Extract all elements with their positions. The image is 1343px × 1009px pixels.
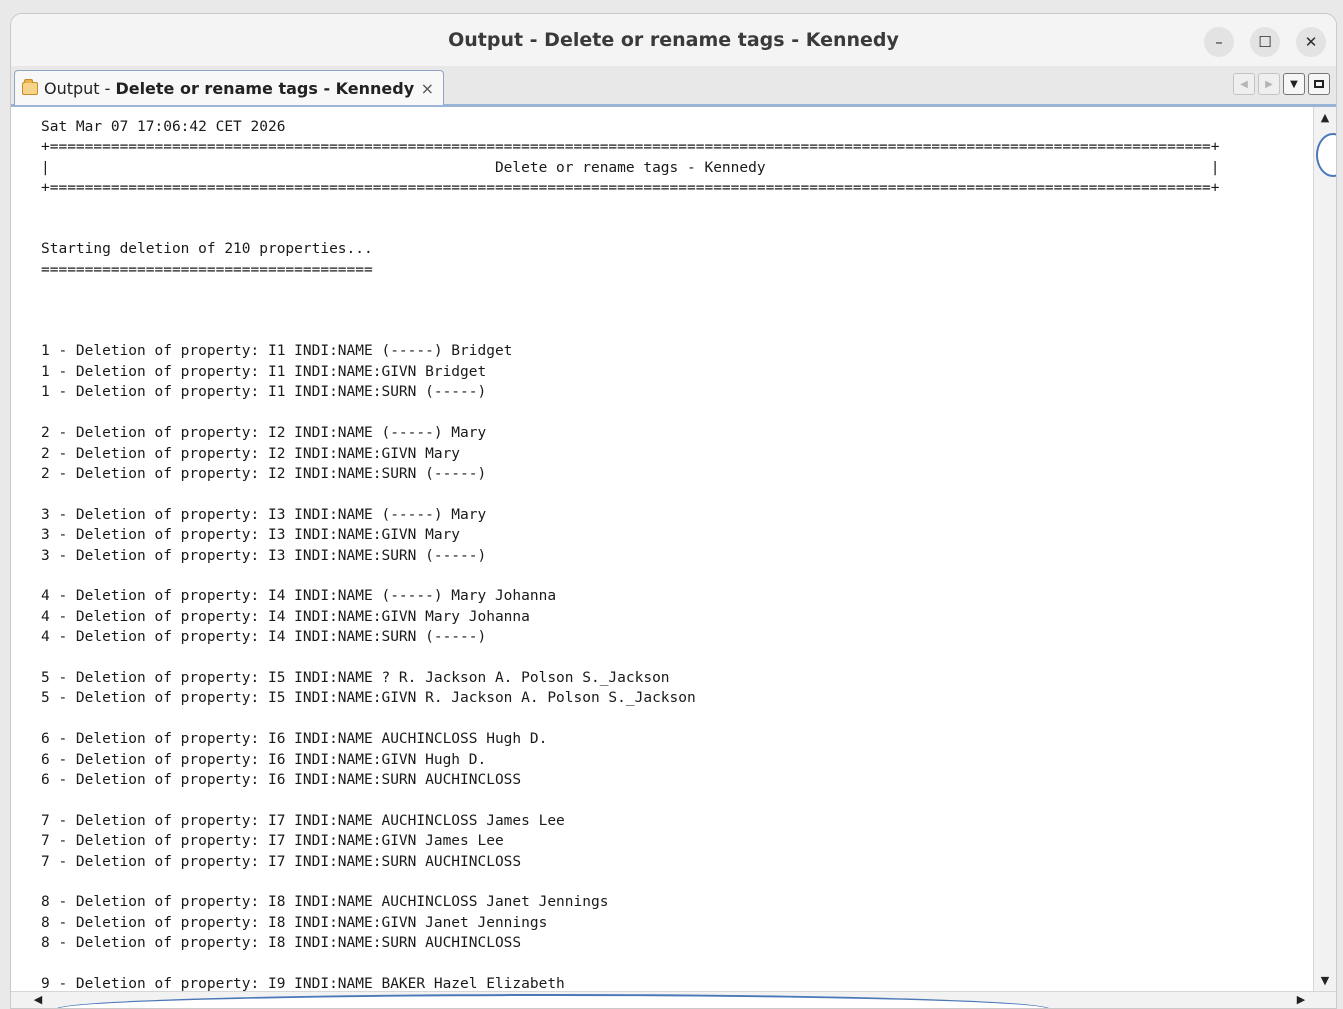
restore-window-button[interactable]	[1308, 73, 1330, 95]
output-line: 9 - Deletion of property: I9 INDI:NAME B…	[41, 976, 565, 991]
dropdown-arrow-icon: ▼	[1290, 78, 1298, 90]
restore-window-icon	[1314, 80, 1324, 88]
close-button[interactable]: ✕	[1296, 27, 1326, 57]
chevron-left-icon: ◀	[1240, 78, 1248, 90]
window-controls: – ☐ ✕	[1204, 27, 1326, 57]
output-window: Output - Delete or rename tags - Kennedy…	[10, 13, 1337, 1009]
output-line: 6 - Deletion of property: I6 INDI:NAME A…	[41, 731, 548, 748]
output-line: | Delete or rename tags - Kennedy |	[41, 159, 1220, 176]
output-line: Sat Mar 07 17:06:42 CET 2026	[41, 119, 286, 135]
output-line: 1 - Deletion of property: I1 INDI:NAME (…	[41, 343, 513, 360]
tab-scroll-left-button[interactable]: ◀	[1233, 73, 1255, 95]
minimize-button[interactable]: –	[1204, 27, 1234, 57]
maximize-icon: ☐	[1258, 32, 1272, 51]
scroll-down-icon[interactable]: ▼	[1314, 974, 1336, 987]
scroll-left-icon[interactable]: ◀	[31, 993, 45, 1006]
tab-scroll-right-button[interactable]: ▶	[1258, 73, 1280, 95]
output-line: 1 - Deletion of property: I1 INDI:NAME:S…	[41, 384, 487, 401]
output-line: 2 - Deletion of property: I2 INDI:NAME:S…	[41, 465, 487, 482]
output-line: 4 - Deletion of property: I4 INDI:NAME:G…	[41, 608, 530, 625]
output-text-area[interactable]: Sat Mar 07 17:06:42 CET 2026 +===========…	[11, 107, 1314, 991]
tab-output[interactable]: Output - Delete or rename tags - Kennedy…	[14, 70, 444, 105]
minimize-icon: –	[1215, 32, 1223, 51]
window-title: Output - Delete or rename tags - Kennedy	[448, 29, 899, 51]
tab-bar: Output - Delete or rename tags - Kennedy…	[11, 66, 1336, 107]
vertical-scrollbar[interactable]: ▲ ▼	[1313, 107, 1336, 991]
output-line: 2 - Deletion of property: I2 INDI:NAME (…	[41, 425, 487, 442]
horizontal-scrollbar[interactable]: ◀ ▶	[11, 991, 1336, 1008]
output-line: +=======================================…	[41, 139, 1220, 156]
output-line: 8 - Deletion of property: I8 INDI:NAME:S…	[41, 935, 522, 952]
output-line: 6 - Deletion of property: I6 INDI:NAME:S…	[41, 772, 522, 788]
folder-icon	[22, 78, 38, 95]
scroll-right-icon[interactable]: ▶	[1294, 993, 1308, 1006]
output-line: 5 - Deletion of property: I5 INDI:NAME:G…	[41, 690, 696, 707]
output-line: Starting deletion of 210 properties...	[41, 241, 373, 258]
output-line: 8 - Deletion of property: I8 INDI:NAME:G…	[41, 914, 548, 931]
tab-prefix: Output -	[44, 78, 111, 98]
output-line: 3 - Deletion of property: I3 INDI:NAME:G…	[41, 527, 461, 544]
output-line: 5 - Deletion of property: I5 INDI:NAME ?…	[41, 669, 670, 686]
output-line: 3 - Deletion of property: I3 INDI:NAME:S…	[41, 547, 487, 564]
output-line: 4 - Deletion of property: I4 INDI:NAME:S…	[41, 629, 487, 646]
output-line: ======================================	[41, 261, 373, 278]
chevron-right-icon: ▶	[1265, 78, 1273, 90]
output-line: 7 - Deletion of property: I7 INDI:NAME A…	[41, 812, 565, 829]
output-line: +=======================================…	[41, 180, 1220, 197]
output-line: 2 - Deletion of property: I2 INDI:NAME:G…	[41, 445, 461, 462]
scroll-up-icon[interactable]: ▲	[1314, 111, 1336, 124]
tab-list-dropdown-button[interactable]: ▼	[1283, 73, 1305, 95]
output-line: 4 - Deletion of property: I4 INDI:NAME (…	[41, 588, 557, 605]
output-line: 7 - Deletion of property: I7 INDI:NAME:G…	[41, 833, 504, 850]
output-line: 8 - Deletion of property: I8 INDI:NAME A…	[41, 894, 609, 911]
tab-name: Delete or rename tags - Kennedy	[115, 78, 415, 98]
output-line: 6 - Deletion of property: I6 INDI:NAME:G…	[41, 751, 487, 768]
output-log: Sat Mar 07 17:06:42 CET 2026 +===========…	[11, 107, 1314, 991]
output-line: 3 - Deletion of property: I3 INDI:NAME (…	[41, 506, 487, 523]
output-line: 7 - Deletion of property: I7 INDI:NAME:S…	[41, 853, 522, 870]
output-line: 1 - Deletion of property: I1 INDI:NAME:G…	[41, 363, 487, 380]
maximize-button[interactable]: ☐	[1250, 27, 1280, 57]
close-icon: ✕	[1304, 32, 1318, 51]
tab-close-icon[interactable]: ×	[421, 79, 434, 98]
title-bar[interactable]: Output - Delete or rename tags - Kennedy…	[11, 14, 1336, 66]
vertical-scroll-thumb[interactable]	[1316, 133, 1336, 177]
tab-navigation: ◀ ▶ ▼	[1233, 73, 1330, 95]
